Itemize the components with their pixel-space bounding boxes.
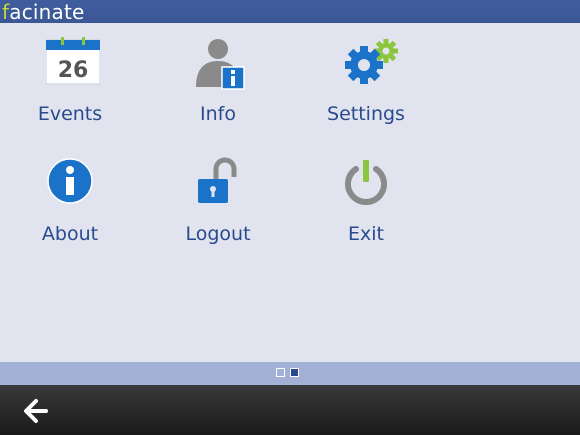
about-label: About bbox=[41, 223, 99, 245]
exit-label: Exit bbox=[348, 223, 384, 245]
title-bar: facinate bbox=[0, 0, 580, 23]
main-menu-grid: 26 Events Info Settings About Logout Exi… bbox=[0, 23, 580, 362]
exit-button[interactable]: Exit bbox=[306, 143, 426, 253]
info-button[interactable]: Info bbox=[158, 23, 278, 133]
power-icon bbox=[342, 157, 392, 207]
info-label: Info bbox=[200, 103, 236, 125]
calendar-day-text: 26 bbox=[58, 58, 89, 83]
events-button[interactable]: 26 Events bbox=[10, 23, 130, 133]
bottom-toolbar bbox=[0, 385, 580, 435]
gears-icon bbox=[342, 37, 398, 87]
settings-button[interactable]: Settings bbox=[306, 23, 426, 133]
user-info-icon bbox=[194, 37, 245, 90]
unlock-icon bbox=[194, 157, 244, 207]
page-indicator bbox=[0, 362, 580, 385]
app-logo: facinate bbox=[2, 2, 85, 22]
logout-label: Logout bbox=[185, 223, 251, 245]
about-info-icon bbox=[46, 157, 96, 207]
page-dot-2-active[interactable] bbox=[290, 368, 299, 377]
settings-label: Settings bbox=[327, 103, 405, 125]
page-dot-1[interactable] bbox=[276, 368, 285, 377]
events-label: Events bbox=[37, 103, 103, 125]
about-button[interactable]: About bbox=[10, 143, 130, 253]
back-button[interactable] bbox=[16, 397, 52, 425]
back-arrow-icon bbox=[24, 399, 48, 423]
app-screen: facinate 26 Events Info Settings About L… bbox=[0, 0, 580, 435]
calendar-icon: 26 bbox=[45, 37, 101, 87]
logout-button[interactable]: Logout bbox=[158, 143, 278, 253]
app-logo-rest: acinate bbox=[9, 0, 85, 23]
